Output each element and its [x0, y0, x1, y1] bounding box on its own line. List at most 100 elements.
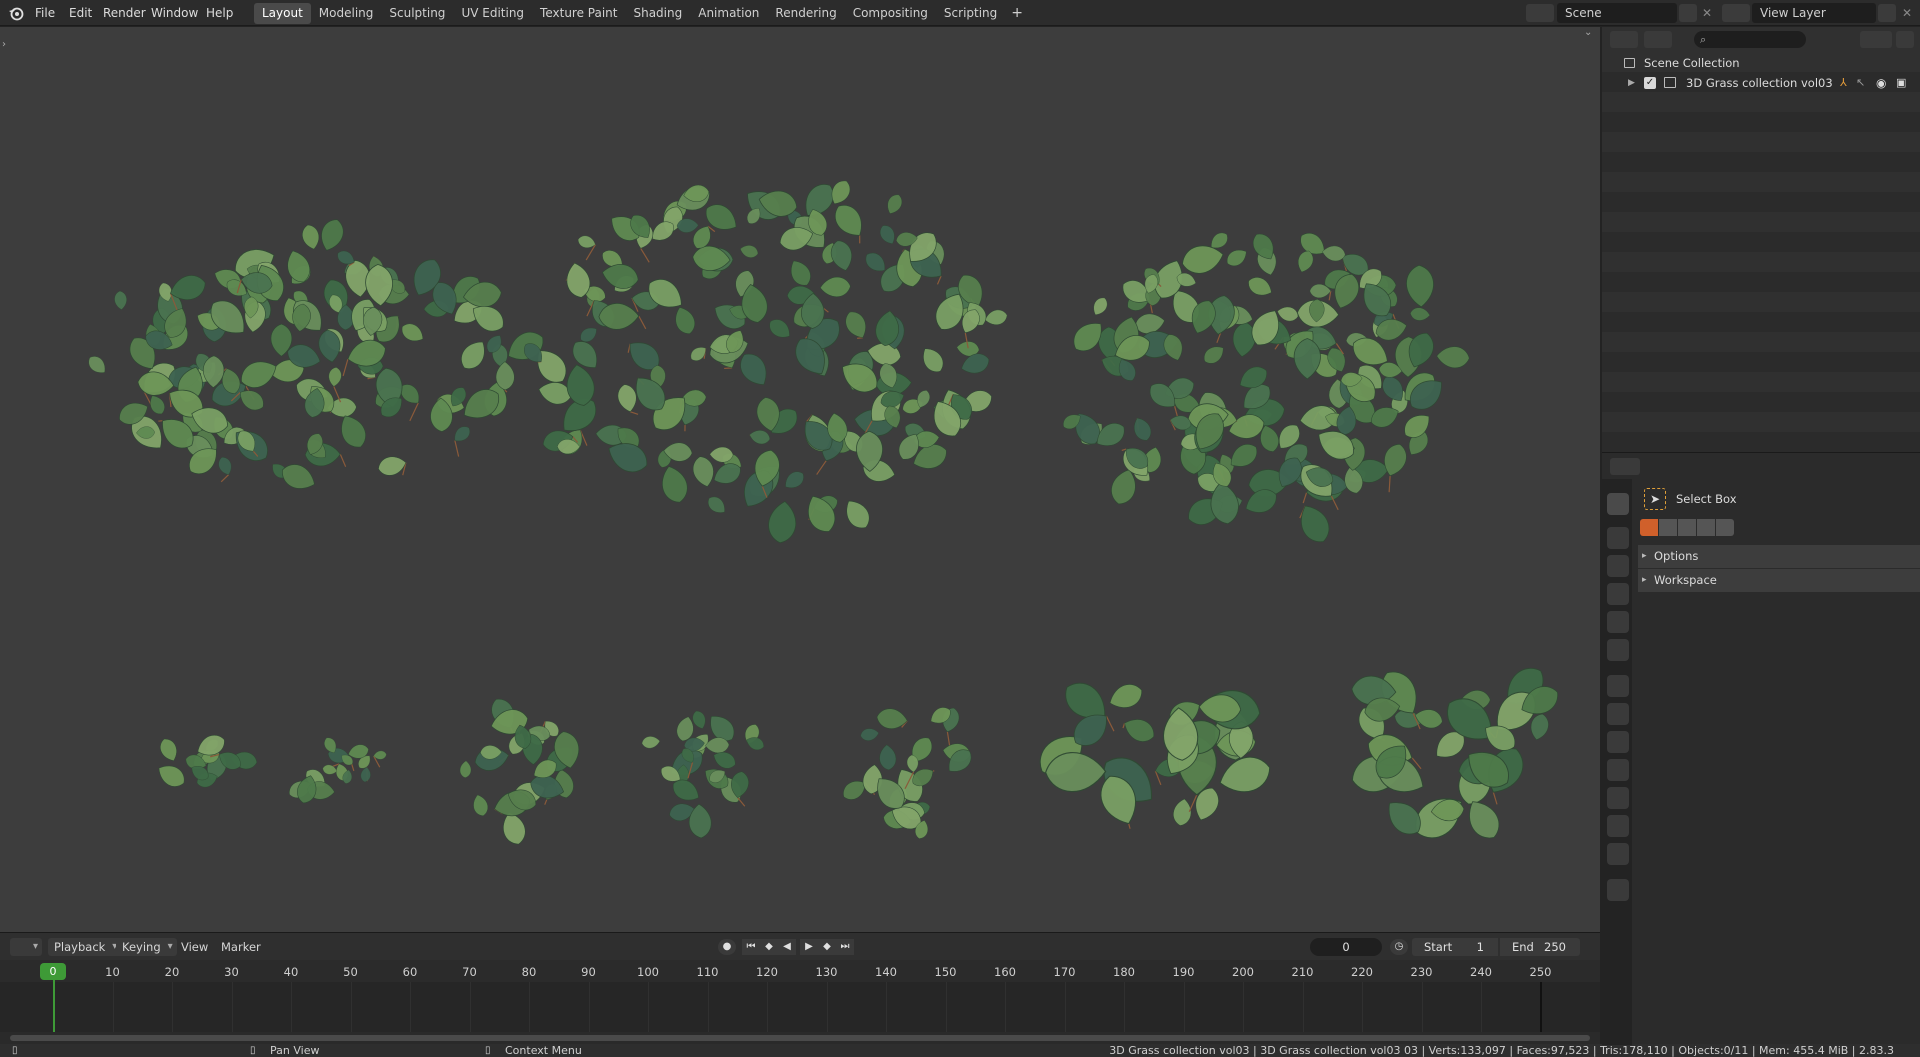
world-tab-icon[interactable] — [1607, 639, 1629, 661]
mode-intersect-icon[interactable] — [1716, 519, 1734, 536]
playback-menu[interactable]: Playback — [48, 938, 122, 956]
delete-view-layer-icon[interactable]: ✕ — [1898, 4, 1916, 22]
mode-set-icon[interactable] — [1640, 519, 1658, 536]
new-scene-icon[interactable] — [1679, 4, 1697, 22]
blender-logo-icon[interactable] — [8, 5, 24, 21]
editor-type-icon[interactable] — [1610, 31, 1638, 48]
modifier-tab-icon[interactable] — [1607, 703, 1629, 725]
mode-extend-icon[interactable] — [1659, 519, 1677, 536]
plant-leaf — [687, 343, 710, 365]
mode-subtract-icon[interactable] — [1678, 519, 1696, 536]
play-icon[interactable]: ▶ — [800, 939, 818, 955]
options-panel[interactable]: Options — [1638, 545, 1920, 568]
frame-gridline — [469, 982, 471, 1032]
tab-layout[interactable]: Layout — [254, 3, 311, 24]
plant-leaf — [397, 319, 428, 347]
tab-compositing[interactable]: Compositing — [845, 3, 936, 24]
end-frame-field[interactable]: End 250 — [1500, 938, 1580, 956]
view-layer-field[interactable]: View Layer — [1752, 3, 1876, 23]
plant-leaf — [1129, 414, 1155, 444]
jump-end-icon[interactable]: ⏭ — [836, 939, 854, 955]
exclude-checkbox[interactable]: ✓ — [1644, 77, 1656, 89]
add-workspace-button[interactable]: + — [1005, 3, 1029, 24]
scene-collection-row[interactable]: Scene Collection — [1602, 53, 1920, 73]
keyframe-track[interactable] — [0, 982, 1600, 1032]
display-mode-icon[interactable] — [1644, 31, 1672, 48]
menu-help[interactable]: Help — [206, 0, 233, 26]
properties-editor: ➤ Select Box Options Workspace — [1602, 452, 1920, 1045]
editor-type-icon[interactable] — [10, 938, 42, 956]
timeline-editor: Playback Keying View Marker ● ⏮ ◆ ◀ ▶ ◆ … — [0, 932, 1600, 1044]
frame-tick-label: 130 — [815, 965, 838, 979]
plant-leaf — [327, 366, 343, 388]
filter-icon[interactable] — [1860, 31, 1892, 48]
current-frame-field[interactable]: 0 — [1310, 938, 1382, 956]
data-tab-icon[interactable] — [1607, 815, 1629, 837]
frame-tick-label: 90 — [581, 965, 596, 979]
scene-tab-icon[interactable] — [1607, 611, 1629, 633]
plant-leaf — [747, 427, 772, 447]
scene-selector-icon[interactable] — [1526, 4, 1554, 22]
timeline-scrollbar[interactable] — [10, 1035, 1590, 1041]
object-tab-icon[interactable] — [1607, 675, 1629, 697]
3d-viewport[interactable]: ⌄ › — [0, 27, 1600, 932]
record-button[interactable]: ● — [718, 939, 736, 955]
prev-keyframe-icon[interactable]: ◆ — [760, 939, 778, 955]
tab-texture-paint[interactable]: Texture Paint — [532, 3, 625, 24]
output-tab-icon[interactable] — [1607, 555, 1629, 577]
tab-uv-editing[interactable]: UV Editing — [453, 3, 532, 24]
physics-tab-icon[interactable] — [1607, 759, 1629, 781]
tab-sculpting[interactable]: Sculpting — [381, 3, 453, 24]
plant-leaf — [859, 726, 880, 743]
armature-icon[interactable]: ⅄ — [1840, 73, 1847, 93]
outliner-row-stripe — [1602, 92, 1920, 112]
tab-rendering[interactable]: Rendering — [767, 3, 844, 24]
view-layer-tab-icon[interactable] — [1607, 583, 1629, 605]
tab-animation[interactable]: Animation — [690, 3, 767, 24]
plant-leaf — [615, 382, 640, 415]
menu-window[interactable]: Window — [151, 0, 198, 26]
outliner-search-input[interactable]: ⌕ — [1694, 31, 1806, 48]
frame-ruler[interactable]: 10 20 30 40 50 60 70 80 90 100 110 120 130 140 150 160 1… — [0, 960, 1600, 982]
tab-scripting[interactable]: Scripting — [936, 3, 1005, 24]
constraints-tab-icon[interactable] — [1607, 787, 1629, 809]
frame-gridline — [350, 982, 352, 1032]
menu-file[interactable]: File — [35, 0, 55, 26]
texture-tab-icon[interactable] — [1607, 879, 1629, 901]
plant-leaf — [883, 191, 906, 217]
tab-modeling[interactable]: Modeling — [311, 3, 382, 24]
camera-icon[interactable]: ▣ — [1896, 73, 1906, 93]
tab-shading[interactable]: Shading — [625, 3, 690, 24]
editor-type-icon[interactable] — [1610, 458, 1640, 475]
view-layer-icon[interactable] — [1722, 4, 1750, 22]
plant-leaf — [146, 392, 169, 418]
scene-name-field[interactable]: Scene — [1557, 3, 1677, 23]
frame-tick-label: 140 — [875, 965, 897, 979]
tool-tab-icon[interactable] — [1607, 493, 1629, 515]
keying-menu[interactable]: Keying — [116, 938, 177, 956]
expand-arrow-icon[interactable]: ▶ — [1628, 73, 1635, 93]
render-tab-icon[interactable] — [1607, 527, 1629, 549]
jump-start-icon[interactable]: ⏮ — [742, 939, 760, 955]
collection-row[interactable]: ▶ ✓ 3D Grass collection vol03 ⅄ ↖ ◉ ▣ — [1602, 73, 1920, 93]
start-frame-field[interactable]: Start 1 — [1412, 938, 1498, 956]
mode-invert-icon[interactable] — [1697, 519, 1715, 536]
playhead[interactable] — [53, 980, 55, 1032]
select-box-tool-icon[interactable]: ➤ — [1644, 488, 1666, 510]
play-reverse-icon[interactable]: ◀ — [778, 939, 796, 955]
delete-scene-icon[interactable]: ✕ — [1698, 4, 1716, 22]
view-menu[interactable]: View — [181, 938, 208, 956]
new-view-layer-icon[interactable] — [1878, 4, 1896, 22]
current-frame-indicator[interactable]: 0 — [40, 963, 66, 980]
particles-tab-icon[interactable] — [1607, 731, 1629, 753]
eye-icon[interactable]: ◉ — [1876, 73, 1886, 93]
marker-menu[interactable]: Marker — [221, 938, 261, 956]
select-arrow-icon[interactable]: ↖ — [1856, 73, 1865, 93]
next-keyframe-icon[interactable]: ◆ — [818, 939, 836, 955]
clock-icon[interactable]: ◷ — [1390, 939, 1408, 955]
material-tab-icon[interactable] — [1607, 843, 1629, 865]
new-collection-icon[interactable] — [1896, 31, 1914, 48]
menu-edit[interactable]: Edit — [69, 0, 92, 26]
workspace-panel[interactable]: Workspace — [1638, 569, 1920, 592]
menu-render[interactable]: Render — [103, 0, 146, 26]
